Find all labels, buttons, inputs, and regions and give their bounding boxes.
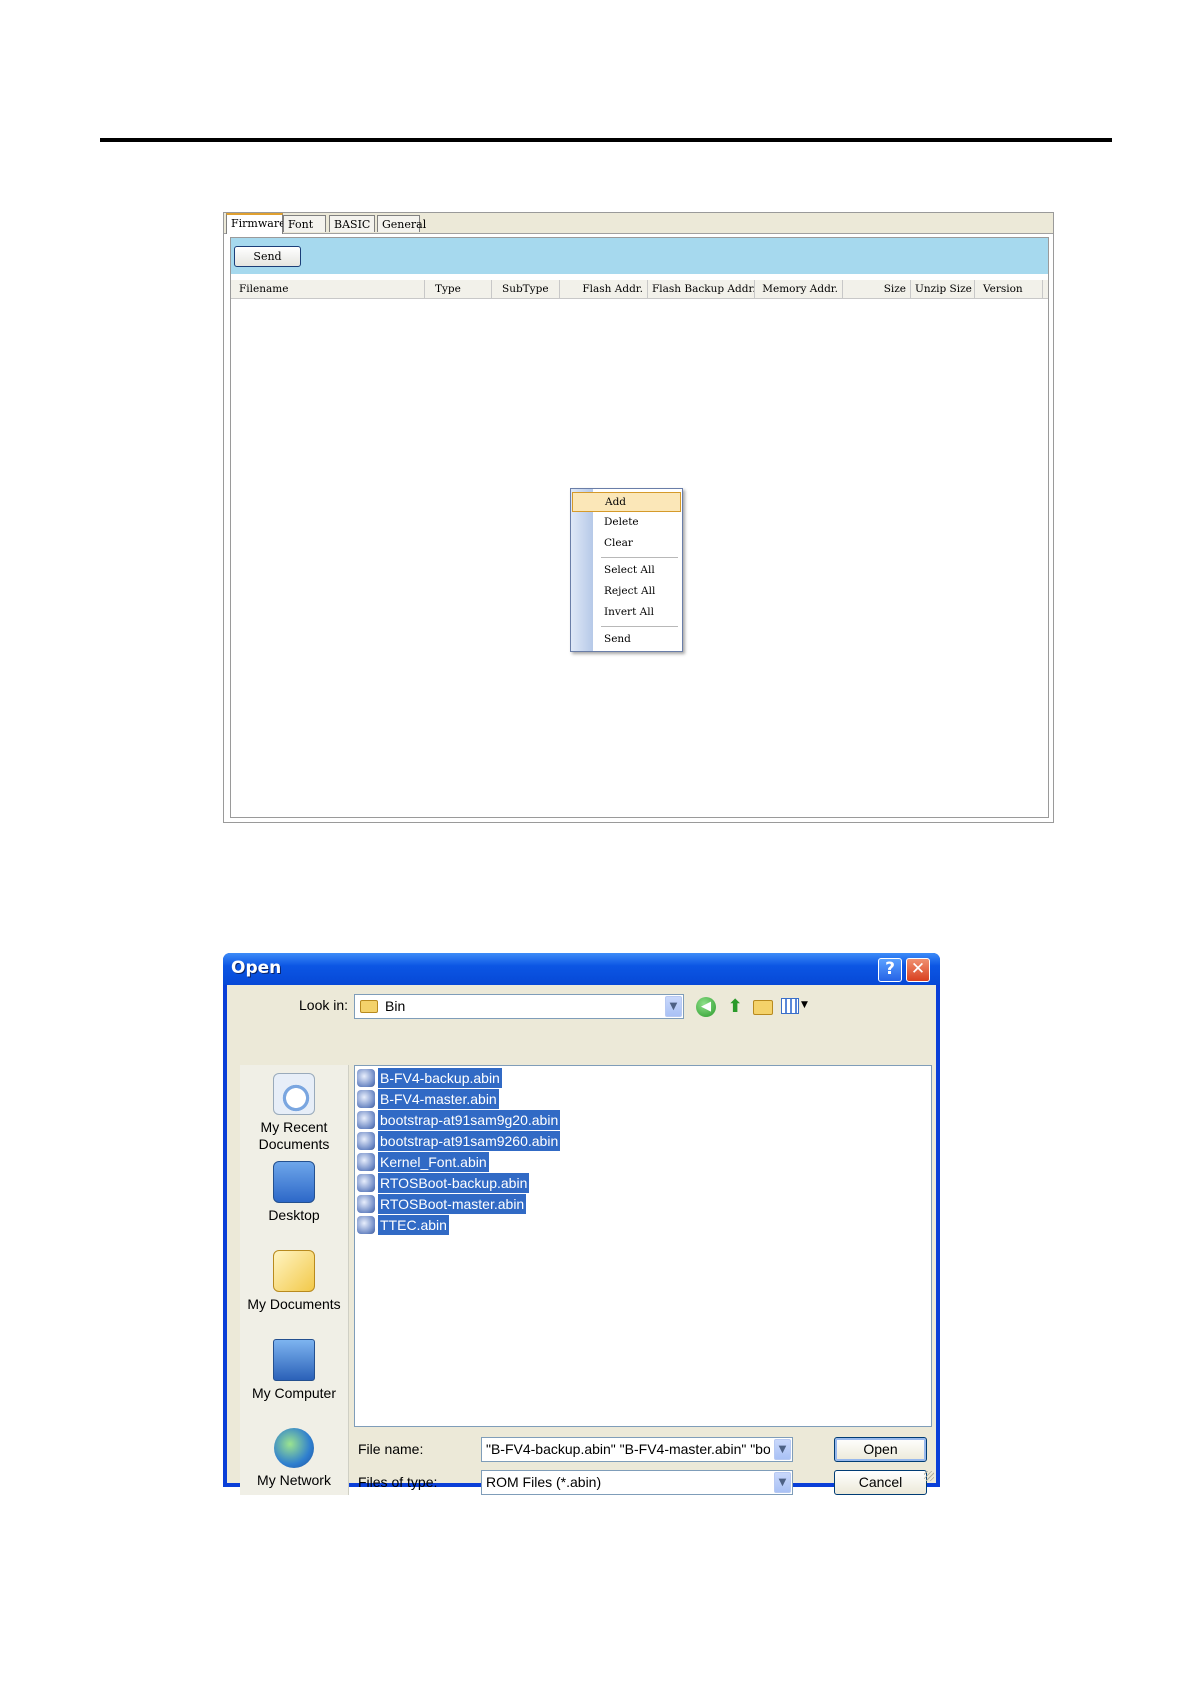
abin-file-icon bbox=[357, 1216, 375, 1234]
menu-item-invert-all[interactable]: Invert All bbox=[572, 602, 681, 622]
abin-file-icon bbox=[357, 1090, 375, 1108]
open-dialog: Open ? ✕ Look in: Bin ▼ ◀ ⬆ ▼ My Recent … bbox=[223, 953, 940, 1495]
up-folder-icon[interactable]: ⬆ bbox=[725, 996, 745, 1018]
places-bar: My Recent Documents Desktop My Documents… bbox=[240, 1065, 349, 1495]
dialog-client: Look in: Bin ▼ ◀ ⬆ ▼ My Recent Documents… bbox=[227, 985, 936, 1495]
tab-firmware[interactable]: Firmware bbox=[226, 213, 286, 234]
file-name: B-FV4-backup.abin bbox=[378, 1068, 502, 1088]
tab-general[interactable]: General bbox=[377, 215, 426, 232]
col-memory-addr[interactable]: Memory Addr. bbox=[755, 280, 843, 298]
file-name: RTOSBoot-backup.abin bbox=[378, 1173, 530, 1193]
tab-font[interactable]: Font bbox=[283, 215, 326, 232]
place-my-documents[interactable]: My Documents bbox=[240, 1250, 348, 1313]
col-filename[interactable]: Filename bbox=[235, 280, 425, 298]
my-computer-icon bbox=[273, 1339, 315, 1381]
my-network-icon bbox=[274, 1428, 314, 1468]
abin-file-icon bbox=[357, 1069, 375, 1087]
file-type-label: Files of type: bbox=[358, 1474, 438, 1490]
col-unzip-size[interactable]: Unzip Size bbox=[911, 280, 975, 298]
new-folder-icon[interactable] bbox=[753, 1000, 773, 1015]
folder-icon bbox=[360, 1000, 378, 1013]
send-button[interactable]: Send bbox=[234, 246, 301, 267]
my-documents-icon bbox=[273, 1250, 315, 1292]
cancel-button[interactable]: Cancel bbox=[834, 1470, 927, 1495]
menu-item-add[interactable]: Add bbox=[572, 492, 681, 512]
file-type-select[interactable]: ROM Files (*.abin) ▼ bbox=[481, 1470, 793, 1495]
context-menu: Add Delete Clear Select All Reject All I… bbox=[570, 488, 683, 652]
file-name-input[interactable]: "B-FV4-backup.abin" "B-FV4-master.abin" … bbox=[481, 1437, 793, 1462]
look-in-label: Look in: bbox=[299, 997, 349, 1013]
dialog-title: Open bbox=[231, 958, 282, 978]
menu-separator bbox=[601, 557, 678, 558]
file-name: B-FV4-master.abin bbox=[378, 1089, 499, 1109]
file-list[interactable]: B-FV4-backup.abin B-FV4-master.abin boot… bbox=[354, 1065, 932, 1427]
col-type[interactable]: Type bbox=[425, 280, 492, 298]
place-label: My Documents bbox=[247, 1296, 341, 1312]
menu-item-clear[interactable]: Clear bbox=[572, 533, 681, 553]
abin-file-icon bbox=[357, 1195, 375, 1213]
look-in-combo[interactable]: Bin ▼ bbox=[354, 994, 684, 1019]
place-label: My Network bbox=[257, 1472, 331, 1488]
file-name: bootstrap-at91sam9g20.abin bbox=[378, 1110, 561, 1130]
file-type-value: ROM Files (*.abin) bbox=[486, 1474, 602, 1490]
tab-basic[interactable]: BASIC bbox=[329, 215, 375, 232]
col-flash-backup-addr[interactable]: Flash Backup Addr. bbox=[648, 280, 755, 298]
abin-file-icon bbox=[357, 1111, 375, 1129]
resize-grip-icon[interactable] bbox=[924, 1471, 934, 1481]
place-label: My Recent Documents bbox=[258, 1119, 330, 1152]
place-label: Desktop bbox=[268, 1207, 320, 1223]
chevron-down-icon[interactable]: ▼ bbox=[774, 1439, 791, 1460]
file-name: Kernel_Font.abin bbox=[378, 1152, 489, 1172]
chevron-down-icon[interactable]: ▼ bbox=[774, 1472, 791, 1493]
tab-strip: Firmware Font BASIC General bbox=[224, 213, 1053, 234]
close-button[interactable]: ✕ bbox=[906, 958, 930, 982]
place-label: My Computer bbox=[251, 1385, 337, 1401]
abin-file-icon bbox=[357, 1132, 375, 1150]
file-name-value: "B-FV4-backup.abin" "B-FV4-master.abin" … bbox=[486, 1441, 770, 1457]
col-flash-addr[interactable]: Flash Addr. bbox=[560, 280, 648, 298]
abin-file-icon bbox=[357, 1153, 375, 1171]
dialog-titlebar[interactable]: Open ? ✕ bbox=[223, 953, 940, 985]
col-size[interactable]: Size bbox=[843, 280, 911, 298]
view-menu-icon[interactable]: ▼ bbox=[781, 998, 809, 1016]
menu-item-reject-all[interactable]: Reject All bbox=[572, 581, 681, 601]
place-my-recent-documents[interactable]: My Recent Documents bbox=[240, 1073, 348, 1153]
place-desktop[interactable]: Desktop bbox=[240, 1161, 348, 1224]
file-name: bootstrap-at91sam9260.abin bbox=[378, 1131, 561, 1151]
back-icon[interactable]: ◀ bbox=[696, 997, 716, 1017]
menu-item-delete[interactable]: Delete bbox=[572, 512, 681, 532]
place-my-computer[interactable]: My Computer bbox=[240, 1339, 348, 1402]
file-name: RTOSBoot-master.abin bbox=[378, 1194, 527, 1214]
place-my-network[interactable]: My Network bbox=[240, 1428, 348, 1489]
firmware-toolbar: Send bbox=[231, 238, 1048, 274]
menu-item-select-all[interactable]: Select All bbox=[572, 560, 681, 580]
file-table-header: Filename Type SubType Flash Addr. Flash … bbox=[231, 280, 1048, 299]
look-in-value: Bin bbox=[385, 998, 406, 1014]
help-button[interactable]: ? bbox=[878, 958, 902, 982]
abin-file-icon bbox=[357, 1174, 375, 1192]
desktop-icon bbox=[273, 1161, 315, 1203]
chevron-down-icon[interactable]: ▼ bbox=[665, 996, 682, 1017]
menu-separator bbox=[601, 626, 678, 627]
file-name: TTEC.abin bbox=[378, 1215, 449, 1235]
menu-item-send[interactable]: Send bbox=[572, 629, 681, 649]
col-version[interactable]: Version bbox=[975, 280, 1043, 298]
page-rule bbox=[100, 138, 1112, 142]
recent-documents-icon bbox=[273, 1073, 315, 1115]
file-name-label: File name: bbox=[358, 1441, 424, 1457]
col-subtype[interactable]: SubType bbox=[492, 280, 560, 298]
open-button[interactable]: Open bbox=[834, 1437, 927, 1462]
